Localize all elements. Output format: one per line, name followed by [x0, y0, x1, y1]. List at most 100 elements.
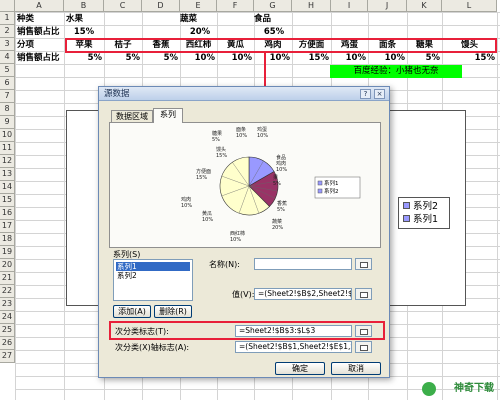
row-header[interactable]: 5	[0, 64, 15, 77]
category-cell[interactable]: 面条	[368, 39, 407, 52]
row-header[interactable]: 15	[0, 194, 15, 207]
dialog-titlebar[interactable]: 源数据 ? ×	[99, 87, 389, 101]
category-cell[interactable]: 馒头	[442, 39, 497, 52]
column-header[interactable]: D	[142, 0, 180, 12]
cancel-button[interactable]: 取消	[331, 362, 381, 375]
category-cell[interactable]: 香蕉	[142, 39, 180, 52]
pie-data-label: 鸡肉	[276, 160, 286, 167]
column-header[interactable]: E	[180, 0, 217, 12]
percent-cell[interactable]: 10%	[331, 52, 368, 65]
row-header[interactable]: 4	[0, 51, 15, 64]
add-button[interactable]: 添加(A)	[113, 305, 151, 318]
category-field[interactable]: =Sheet2!$B$3:$L$3	[235, 325, 352, 337]
column-header[interactable]: G	[254, 0, 292, 12]
cell-g1[interactable]: 食品	[254, 13, 294, 26]
row-header[interactable]: 25	[0, 324, 15, 337]
preview-legend-1: 系列1	[324, 179, 339, 187]
cell-a1[interactable]: 种类	[17, 13, 61, 26]
column-header[interactable]: C	[104, 0, 142, 12]
series-item[interactable]: 系列1	[116, 262, 190, 271]
category-cell[interactable]: 方便面	[292, 39, 331, 52]
pie-data-label: 鸡蛋	[257, 126, 267, 133]
delete-button[interactable]: 删除(R)	[154, 305, 192, 318]
row-header[interactable]: 11	[0, 142, 15, 155]
select-all-corner[interactable]	[0, 0, 15, 12]
category-cell[interactable]: 桔子	[104, 39, 142, 52]
row-header[interactable]: 14	[0, 181, 15, 194]
secondary-range-picker-icon[interactable]	[355, 341, 372, 353]
row-header[interactable]: 19	[0, 246, 15, 259]
category-cell[interactable]: 西红柿	[180, 39, 217, 52]
percent-cell[interactable]: 10%	[254, 52, 292, 65]
category-range-picker-icon[interactable]	[355, 325, 372, 337]
row-header[interactable]: 8	[0, 103, 15, 116]
cell-g2[interactable]: 65%	[256, 26, 292, 39]
row-header[interactable]: 13	[0, 168, 15, 181]
tab-series[interactable]: 系列	[153, 108, 183, 123]
column-header[interactable]: L	[442, 0, 497, 12]
column-header[interactable]: F	[217, 0, 254, 12]
cell-a2[interactable]: 销售额占比	[17, 26, 65, 39]
percent-cell[interactable]: 10%	[368, 52, 407, 65]
help-button[interactable]: ?	[360, 89, 371, 99]
cell-b2[interactable]: 15%	[66, 26, 102, 39]
row-header[interactable]: 7	[0, 90, 15, 103]
name-range-picker-icon[interactable]	[355, 258, 372, 270]
value-range-picker-icon[interactable]	[355, 288, 372, 300]
percent-cell[interactable]: 5%	[104, 52, 142, 65]
percent-cell[interactable]: 15%	[442, 52, 497, 65]
category-cell[interactable]: 苹果	[64, 39, 104, 52]
column-header[interactable]: K	[407, 0, 442, 12]
cell-e2[interactable]: 20%	[182, 26, 218, 39]
percent-cell[interactable]: 5%	[142, 52, 180, 65]
percent-cell[interactable]: 10%	[217, 52, 254, 65]
row-header[interactable]: 27	[0, 350, 15, 363]
category-cell[interactable]: 黄瓜	[217, 39, 254, 52]
column-header[interactable]: J	[368, 0, 407, 12]
cell-a3[interactable]: 分项	[17, 39, 61, 52]
close-button[interactable]: ×	[374, 89, 385, 99]
column-header[interactable]: H	[292, 0, 331, 12]
category-cell[interactable]: 糖果	[407, 39, 442, 52]
value-field[interactable]: =(Sheet2!$B$2,Sheet2!$E$	[254, 288, 352, 300]
tab-data-range[interactable]: 数据区域	[111, 110, 153, 122]
column-header[interactable]: A	[15, 0, 64, 12]
embedded-chart-legend[interactable]: 系列2 系列1	[398, 197, 450, 229]
row-header[interactable]: 6	[0, 77, 15, 90]
pie-data-label: 5%	[212, 137, 220, 143]
row-header[interactable]: 22	[0, 285, 15, 298]
row-header[interactable]: 9	[0, 116, 15, 129]
cell-b1[interactable]: 水果	[66, 13, 106, 26]
column-header[interactable]: I	[331, 0, 368, 12]
cell-e1[interactable]: 蔬菜	[180, 13, 220, 26]
row-header[interactable]: 1	[0, 12, 15, 25]
row-header[interactable]: 20	[0, 259, 15, 272]
logo-icon	[422, 382, 436, 396]
cell-a4[interactable]: 销售额占比	[17, 52, 65, 65]
row-header[interactable]: 2	[0, 25, 15, 38]
row-header[interactable]: 23	[0, 298, 15, 311]
row-header[interactable]: 12	[0, 155, 15, 168]
row-header[interactable]: 16	[0, 207, 15, 220]
secondary-field[interactable]: =(Sheet2!$B$1,Sheet2!$E$1,Sh	[235, 341, 352, 353]
series-item[interactable]: 系列2	[116, 271, 190, 280]
percent-cell[interactable]: 10%	[180, 52, 217, 65]
row-header[interactable]: 3	[0, 38, 15, 51]
pie-data-label: 黄瓜	[202, 210, 212, 217]
series-listbox[interactable]: 系列1 系列2	[113, 259, 193, 301]
percent-cell[interactable]: 5%	[64, 52, 104, 65]
percent-cell[interactable]: 15%	[292, 52, 331, 65]
row-header[interactable]: 26	[0, 337, 15, 350]
row-header[interactable]: 17	[0, 220, 15, 233]
row-header[interactable]: 24	[0, 311, 15, 324]
row-header[interactable]: 18	[0, 233, 15, 246]
column-header[interactable]: B	[64, 0, 104, 12]
ok-button[interactable]: 确定	[275, 362, 325, 375]
row-header[interactable]: 21	[0, 272, 15, 285]
name-field[interactable]	[254, 258, 352, 270]
row-header[interactable]: 10	[0, 129, 15, 142]
banner-cell[interactable]: 百度经验：小猪也无奈	[330, 65, 462, 78]
category-cell[interactable]: 鸡蛋	[331, 39, 368, 52]
category-cell[interactable]: 鸡肉	[254, 39, 292, 52]
percent-cell[interactable]: 5%	[407, 52, 442, 65]
